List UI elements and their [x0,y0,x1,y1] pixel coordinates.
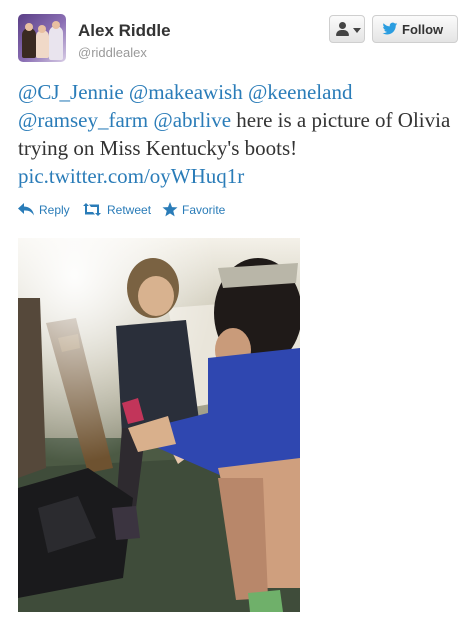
reply-label: Reply [39,203,70,217]
favorite-action[interactable]: Favorite [162,201,228,219]
user-name[interactable]: Alex Riddle [78,21,171,41]
mention-link[interactable]: @abrlive [153,108,231,132]
avatar[interactable] [18,14,66,62]
reply-icon [18,203,34,216]
tweet-header: Alex Riddle @riddlealex Follow [18,14,458,64]
mention-link[interactable]: @makeawish [129,80,243,104]
retweet-action[interactable]: Retweet [82,201,154,219]
follow-button[interactable]: Follow [372,15,458,43]
twitter-bird-icon [382,22,398,35]
caret-down-icon [353,28,361,33]
mention-link[interactable]: @CJ_Jennie [18,80,124,104]
retweet-label: Retweet [107,203,152,217]
mention-link[interactable]: @ramsey_farm [18,108,148,132]
user-handle[interactable]: @riddlealex [78,45,147,60]
reply-action[interactable]: Reply [18,201,74,219]
retweet-icon [83,203,101,216]
star-icon [162,202,178,217]
user-actions-button[interactable] [329,15,365,43]
tweet-photo[interactable] [18,238,300,612]
photo-image [18,238,300,612]
media-link[interactable]: pic.twitter.com/oyWHuq1r [18,164,244,188]
user-icon [339,22,346,29]
favorite-label: Favorite [182,203,226,217]
tweet-text: @CJ_Jennie @makeawish @keeneland @ramsey… [18,78,458,190]
follow-label: Follow [402,22,444,37]
mention-link[interactable]: @keeneland [248,80,352,104]
